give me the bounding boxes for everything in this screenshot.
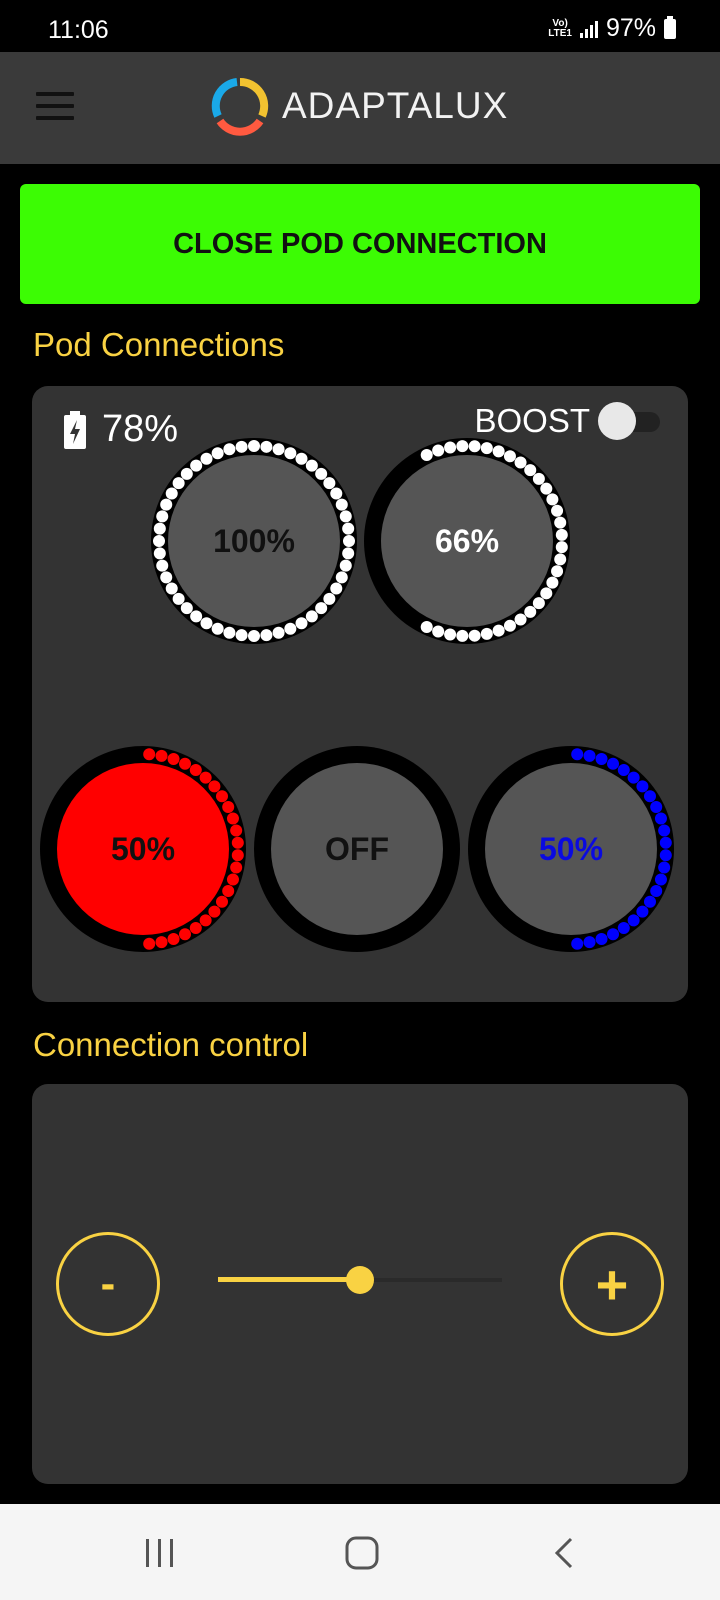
status-battery-percent: 97% (605, 14, 656, 42)
minus-button[interactable]: - (56, 1232, 160, 1336)
dial-value-label: 100% (213, 522, 295, 559)
recent-apps-icon[interactable] (130, 1530, 190, 1576)
hamburger-menu-icon[interactable] (36, 92, 76, 122)
close-pod-connection-button[interactable]: CLOSE POD CONNECTION (20, 184, 700, 304)
plus-button[interactable]: + (560, 1232, 664, 1336)
boost-toggle[interactable] (598, 402, 660, 440)
connection-control-card: - + (32, 1084, 688, 1484)
dial-value-label: OFF (325, 830, 389, 867)
connection-control-title: Connection control (33, 1026, 309, 1063)
light-dial-white-1[interactable]: 100% (149, 436, 359, 646)
status-bar: 11:06 Vo) LTE1 97% (0, 0, 720, 52)
logo-text: ADAPTALUX (282, 85, 509, 126)
status-icons: Vo) LTE1 97% (548, 14, 676, 43)
slider-fill (218, 1277, 360, 1282)
system-navigation-bar (0, 1504, 720, 1600)
back-icon[interactable] (534, 1530, 594, 1576)
home-icon[interactable] (332, 1530, 392, 1576)
app-logo: ADAPTALUX (210, 76, 508, 136)
signal-icon (579, 20, 598, 38)
adaptalux-logo-icon (211, 77, 269, 136)
pod-connections-card: 78% BOOST 100% 66% 50% OFF 50% (32, 386, 688, 1002)
dial-value-label: 50% (110, 830, 176, 867)
light-dial-uv[interactable]: OFF (252, 744, 462, 954)
pod-connections-title: Pod Connections (33, 326, 285, 363)
volte-indicator: Vo) LTE1 (548, 17, 572, 39)
dial-value-label: 66% (434, 522, 500, 559)
battery-icon (664, 15, 676, 39)
light-dial-blue[interactable]: 50% (466, 744, 676, 954)
boost-control: BOOST (474, 402, 660, 440)
battery-charging-icon (64, 410, 86, 449)
connection-slider[interactable] (218, 1260, 502, 1300)
app-bar: ADAPTALUX (0, 52, 720, 164)
light-dial-red[interactable]: 50% (38, 744, 248, 954)
slider-thumb[interactable] (346, 1266, 374, 1294)
light-dial-white-2[interactable]: 66% (362, 436, 572, 646)
dial-value-label: 50% (538, 830, 604, 867)
status-time: 11:06 (48, 16, 109, 44)
boost-label: BOOST (474, 402, 590, 439)
